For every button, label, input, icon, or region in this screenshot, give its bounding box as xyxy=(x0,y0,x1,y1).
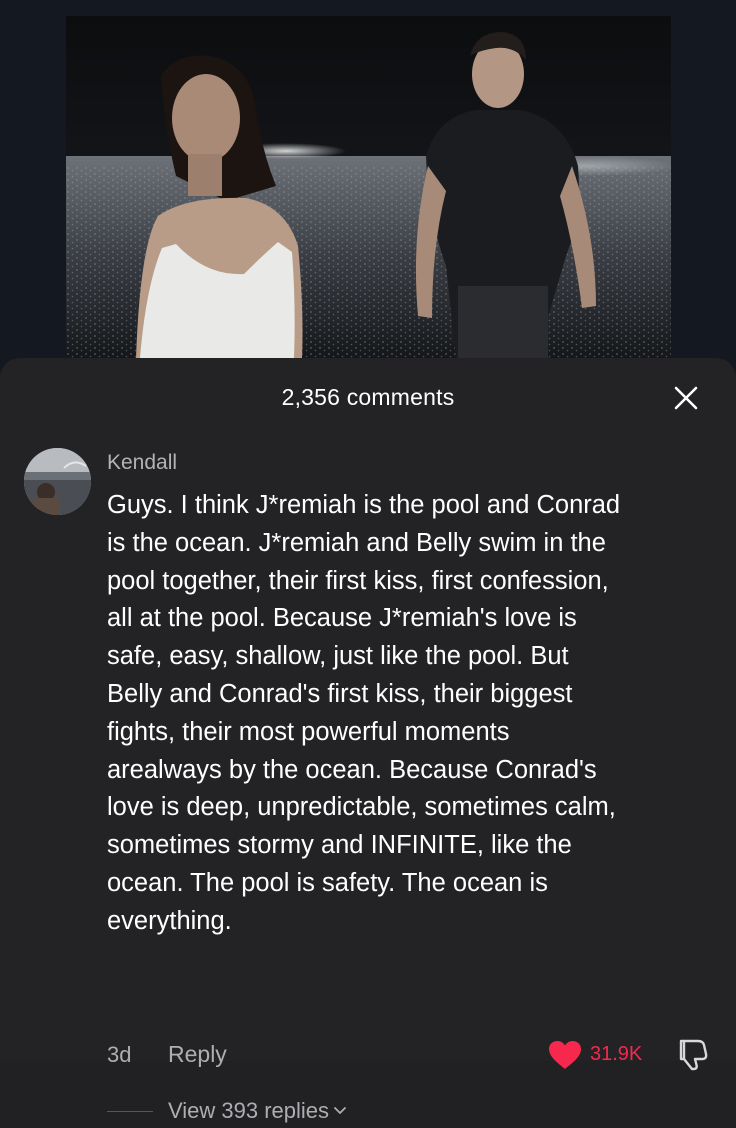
video-still xyxy=(66,16,671,358)
heart-icon xyxy=(549,1041,581,1069)
thumbs-down-icon xyxy=(679,1039,708,1071)
video-player[interactable] xyxy=(0,0,736,380)
reply-button[interactable]: Reply xyxy=(168,1041,227,1068)
comments-sheet: 2,356 comments Kendall Guys. I think J*r… xyxy=(0,358,736,1123)
close-button[interactable] xyxy=(670,382,702,414)
comment-username[interactable]: Kendall xyxy=(107,451,177,475)
view-replies-row: View 393 replies xyxy=(0,1098,736,1128)
comment-actions: 3d Reply 31.9K xyxy=(0,1036,736,1071)
comment-text: Guys. I think J*remiah is the pool and C… xyxy=(107,491,621,935)
close-icon xyxy=(674,386,698,410)
comments-count-title: 2,356 comments xyxy=(281,384,455,410)
view-replies-label: View 393 replies xyxy=(168,1098,330,1123)
dislike-button[interactable] xyxy=(674,1037,708,1071)
comment-timestamp: 3d xyxy=(107,1042,132,1067)
chevron-down-icon xyxy=(334,1107,346,1115)
replies-divider xyxy=(107,1111,153,1112)
like-count: 31.9K xyxy=(590,1043,643,1065)
view-replies-button[interactable]: View 393 replies xyxy=(168,1098,347,1124)
avatar[interactable] xyxy=(24,448,91,515)
